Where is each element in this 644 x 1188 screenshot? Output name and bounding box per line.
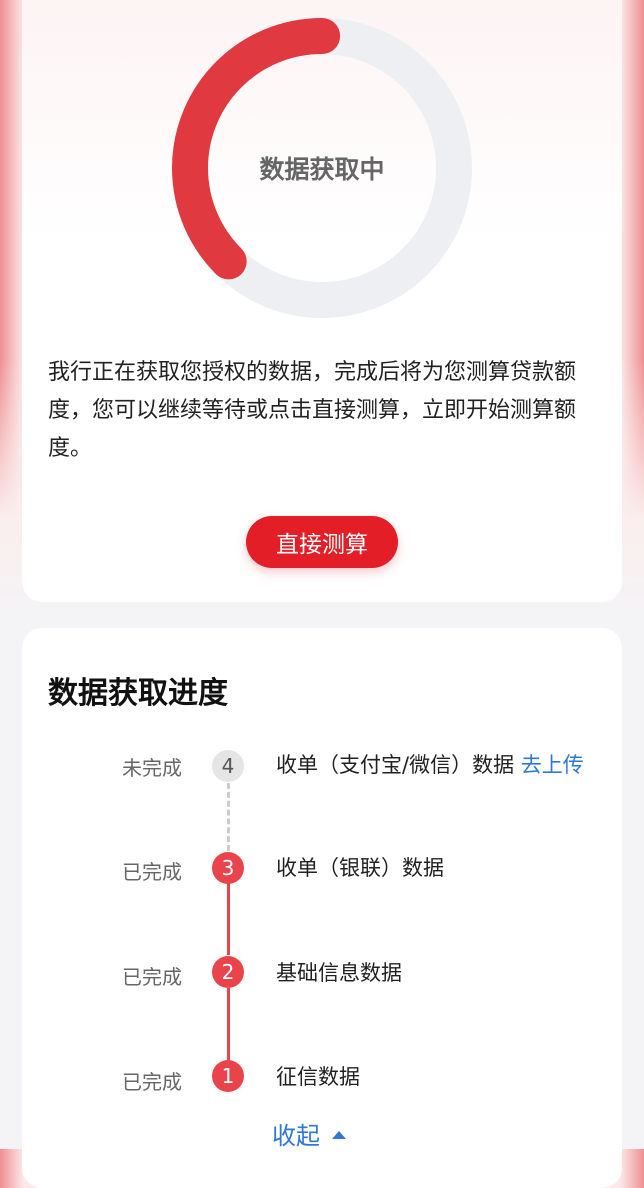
step-status: 已完成 xyxy=(122,860,182,884)
direct-calculate-button[interactable]: 直接测算 xyxy=(246,516,398,568)
step-status: 已完成 xyxy=(122,1070,182,1094)
step-connector-pending xyxy=(227,783,230,851)
progress-title: 数据获取进度 xyxy=(48,676,228,711)
step-status: 未完成 xyxy=(122,756,182,780)
caret-up-icon xyxy=(332,1130,346,1139)
step-connector xyxy=(227,883,230,955)
step-connector xyxy=(227,988,230,1060)
step-label: 收单（支付宝/微信）数据 xyxy=(276,753,515,777)
progress-ring: 数据获取中 xyxy=(158,4,486,332)
step-text: 征信数据 xyxy=(276,1065,360,1089)
step-number-4: 4 xyxy=(212,750,244,782)
step-text: 收单（银联）数据 xyxy=(276,856,444,880)
step-number-2: 2 xyxy=(212,956,244,988)
ring-label: 数据获取中 xyxy=(259,155,385,184)
step-status: 已完成 xyxy=(122,965,182,989)
collapse-label: 收起 xyxy=(272,1122,320,1150)
step-number-1: 1 xyxy=(212,1060,244,1092)
step-number-3: 3 xyxy=(212,852,244,884)
upload-link[interactable]: 去上传 xyxy=(521,753,584,777)
step-text: 基础信息数据 xyxy=(276,961,402,985)
fetch-description: 我行正在获取您授权的数据，完成后将为您测算贷款额度，您可以继续等待或点击直接测算… xyxy=(48,360,577,461)
data-fetch-card: 数据获取中 我行正在获取您授权的数据，完成后将为您测算贷款额度，您可以继续等待或… xyxy=(22,0,622,602)
step-text: 收单（支付宝/微信）数据 去上传 xyxy=(276,748,606,782)
collapse-toggle[interactable]: 收起 xyxy=(272,1116,346,1151)
progress-card: 数据获取进度 未完成 4 收单（支付宝/微信）数据 去上传 已完成 3 收单（银… xyxy=(22,628,622,1188)
